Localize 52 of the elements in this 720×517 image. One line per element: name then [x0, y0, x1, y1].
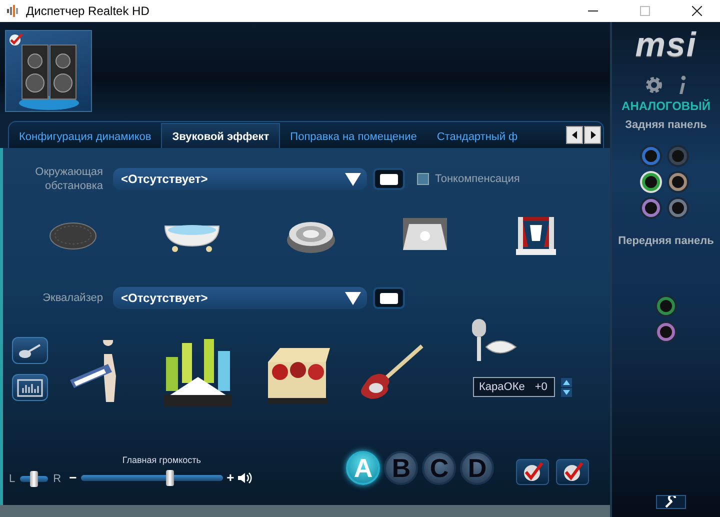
info-icon[interactable] [677, 75, 687, 95]
field-label: Окружающая обстановка [34, 165, 103, 193]
guitar-button[interactable] [12, 337, 48, 364]
check-icon [562, 462, 584, 482]
close-icon [692, 6, 702, 16]
equalizer-icon [17, 378, 43, 396]
window-title: Диспетчер Realtek HD [26, 4, 150, 18]
check-icon [522, 462, 544, 482]
section-label: Передняя панель [618, 235, 714, 247]
left-arrow-icon [572, 131, 578, 139]
field-label: Эквалайзер [42, 291, 103, 305]
check-button[interactable] [556, 459, 590, 485]
volume-slider-thumb[interactable] [166, 470, 174, 486]
audio-jack[interactable] [642, 173, 660, 191]
equalizer-button[interactable] [12, 374, 48, 401]
section-title: АНАЛОГОВЫЙ [622, 99, 710, 113]
volume-label: Главная громкость [122, 455, 201, 465]
dropdown-arrow-icon [345, 292, 361, 304]
tab[interactable]: Стандартный ф [426, 123, 528, 149]
scroll-left-button[interactable] [566, 126, 583, 144]
audio-jack[interactable] [668, 173, 686, 191]
check-button[interactable] [516, 459, 550, 485]
device-tile[interactable] [5, 30, 92, 112]
dropdown-arrow-icon [345, 172, 361, 186]
up-arrow-icon[interactable] [561, 378, 572, 386]
brand-logo: msi [635, 26, 697, 65]
checkbox-label: Тонкомпенсация [435, 173, 520, 185]
maximize-icon [640, 6, 650, 16]
down-arrow-icon[interactable] [561, 388, 572, 396]
manhole-icon[interactable] [48, 221, 98, 251]
scroll-right-button[interactable] [584, 126, 601, 144]
settings-button[interactable] [656, 495, 686, 509]
dropdown[interactable]: <Отсутствует> [113, 168, 367, 190]
plus-sign: + [226, 470, 234, 485]
speaker-icon[interactable] [238, 472, 254, 484]
balance-label: R [53, 473, 62, 485]
right-arrow-icon [590, 131, 596, 139]
checkbox[interactable] [417, 173, 429, 185]
settings-icon[interactable] [645, 76, 663, 94]
section-label: Задняя панель [625, 119, 707, 131]
tab[interactable]: Звуковой эффект [161, 123, 280, 149]
speaker-bars-icon [6, 4, 20, 18]
tab[interactable]: Поправка на помещение [280, 123, 427, 149]
toggle-button[interactable] [373, 168, 405, 190]
tab[interactable]: Конфигурация динамиков [9, 123, 162, 149]
balance-label: L [9, 473, 16, 485]
balance-slider-thumb[interactable] [30, 471, 38, 487]
stage-icon[interactable] [514, 215, 558, 257]
karaoke-field[interactable]: КараОКе +0 [473, 377, 555, 397]
toggle-button[interactable] [373, 287, 405, 309]
minus-sign: − [69, 470, 77, 485]
dropdown[interactable]: <Отсутствует> [113, 287, 367, 309]
